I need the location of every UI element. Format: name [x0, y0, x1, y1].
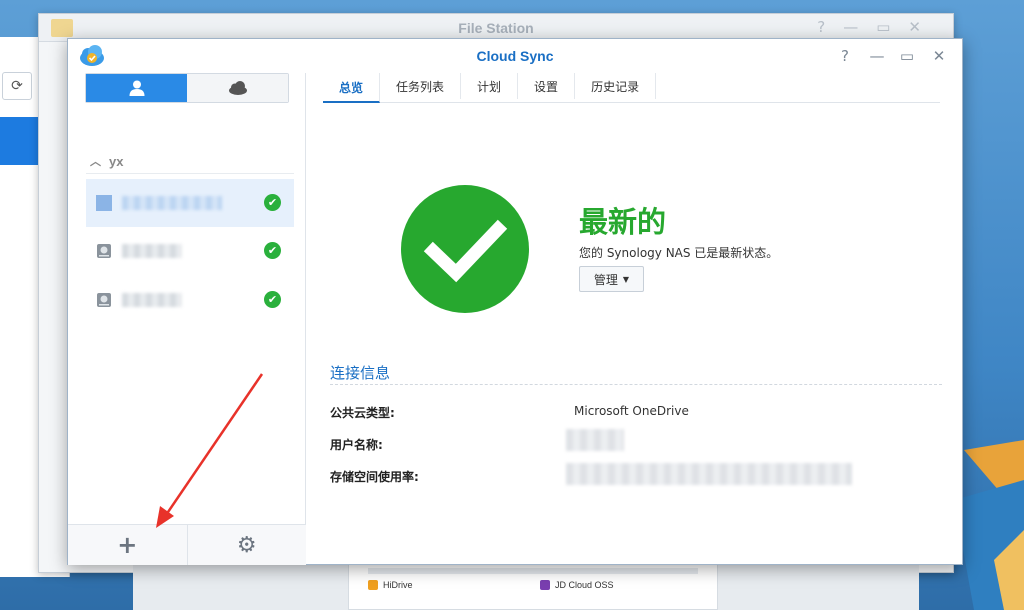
- hidrive-icon: [368, 580, 378, 590]
- cloud-sync-window: Cloud Sync ? — ▭ ✕ ︿ yx ✔ ✔ ✔ + ⚙ 总览 任务列…: [67, 38, 963, 565]
- connection-item[interactable]: ✔: [86, 179, 294, 227]
- status-check-icon: [401, 185, 529, 313]
- connection-name-blurred: [122, 293, 182, 307]
- window-title: Cloud Sync: [476, 48, 554, 64]
- divider: [86, 173, 294, 174]
- settings-gear-icon[interactable]: ⚙: [186, 525, 307, 565]
- tab-history[interactable]: 历史记录: [575, 73, 657, 99]
- connection-name-blurred: [122, 244, 182, 258]
- tab-settings[interactable]: 设置: [518, 73, 576, 99]
- storage-usage-value-blurred: [566, 463, 852, 485]
- main-panel: 总览 任务列表 计划 设置 历史记录 最新的 您的 Synology NAS 已…: [307, 73, 962, 564]
- close-button[interactable]: ✕: [929, 46, 949, 66]
- server-icon: [97, 293, 111, 307]
- jd-cloud-icon: [540, 580, 550, 590]
- status-title: 最新的: [579, 205, 667, 239]
- cloud-icon: [228, 81, 247, 95]
- refresh-icon: ⟳: [2, 72, 32, 100]
- username-label: 用户名称:: [330, 438, 383, 452]
- main-tabs: 总览 任务列表 计划 设置 历史记录: [323, 73, 940, 103]
- group-label: yx: [109, 153, 124, 169]
- connection-item[interactable]: ✔: [86, 227, 294, 275]
- user-icon: [129, 80, 144, 96]
- tab-user-connections[interactable]: [86, 74, 187, 102]
- manage-dropdown-button[interactable]: 管理 ▼: [579, 266, 644, 292]
- onedrive-icon: [96, 195, 112, 211]
- file-station-title: File Station: [458, 20, 534, 36]
- tab-schedule[interactable]: 计划: [461, 73, 519, 99]
- sidebar-footer: + ⚙: [68, 524, 306, 565]
- minimize-button[interactable]: —: [867, 46, 887, 66]
- sidebar-tabs: [85, 73, 289, 103]
- connection-item[interactable]: ✔: [86, 276, 294, 324]
- username-value-blurred: [566, 429, 624, 451]
- desktop-wallpaper-shape: [954, 440, 1024, 610]
- maximize-button[interactable]: ▭: [897, 46, 917, 66]
- caret-down-icon: ▼: [622, 274, 630, 284]
- connection-name-blurred: [122, 196, 222, 210]
- check-icon: ✔: [264, 291, 281, 308]
- section-divider: [330, 384, 942, 385]
- help-button[interactable]: ?: [835, 46, 855, 66]
- provider-label: JD Cloud OSS: [555, 580, 614, 590]
- cloud-type-value: Microsoft OneDrive: [574, 404, 689, 418]
- server-icon: [97, 244, 111, 258]
- file-station-window-controls: ?—▭✕: [817, 18, 939, 36]
- manage-label: 管理: [593, 272, 618, 287]
- check-icon: ✔: [264, 242, 281, 259]
- section-title: 连接信息: [330, 364, 391, 382]
- background-row-blurred: [368, 568, 698, 574]
- storage-usage-label: 存储空间使用率:: [330, 470, 419, 484]
- connection-group-header[interactable]: ︿ yx: [90, 153, 123, 169]
- tab-task-list[interactable]: 任务列表: [380, 73, 462, 99]
- check-icon: ✔: [264, 194, 281, 211]
- provider-jd-cloud: JD Cloud OSS: [540, 580, 614, 590]
- chevron-up-icon: ︿: [90, 156, 101, 168]
- provider-hidrive: HiDrive: [368, 580, 413, 590]
- status-description: 您的 Synology NAS 已是最新状态。: [579, 246, 779, 260]
- provider-label: HiDrive: [383, 580, 413, 590]
- cloud-type-label: 公共云类型:: [330, 406, 395, 420]
- window-titlebar[interactable]: Cloud Sync ? — ▭ ✕: [68, 39, 962, 73]
- tab-cloud[interactable]: [187, 74, 288, 102]
- tab-overview[interactable]: 总览: [323, 73, 381, 103]
- add-connection-button[interactable]: +: [68, 525, 187, 565]
- connections-sidebar: ︿ yx ✔ ✔ ✔ + ⚙: [68, 73, 306, 565]
